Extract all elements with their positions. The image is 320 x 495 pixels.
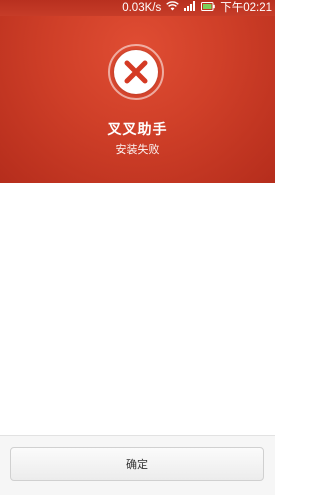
signal-icon [184, 0, 196, 16]
clock: 下午02:21 [220, 2, 272, 14]
content-area [0, 183, 275, 435]
status-bar: 0.03K/s 下午02:21 [0, 0, 275, 16]
network-speed: 0.03K/s [122, 2, 162, 14]
close-x-icon [124, 60, 148, 84]
result-header: 叉叉助手 安装失败 [0, 16, 275, 183]
install-status-message: 安装失败 [115, 143, 160, 156]
status-bar-right: 0.03K/s 下午02:21 [122, 0, 272, 16]
failure-status-badge [108, 44, 164, 100]
confirm-button[interactable]: 确定 [10, 447, 264, 481]
app-name: 叉叉助手 [107, 122, 168, 138]
footer-bar: 确定 [0, 435, 275, 495]
battery-icon [201, 0, 216, 16]
wifi-icon [166, 0, 180, 16]
